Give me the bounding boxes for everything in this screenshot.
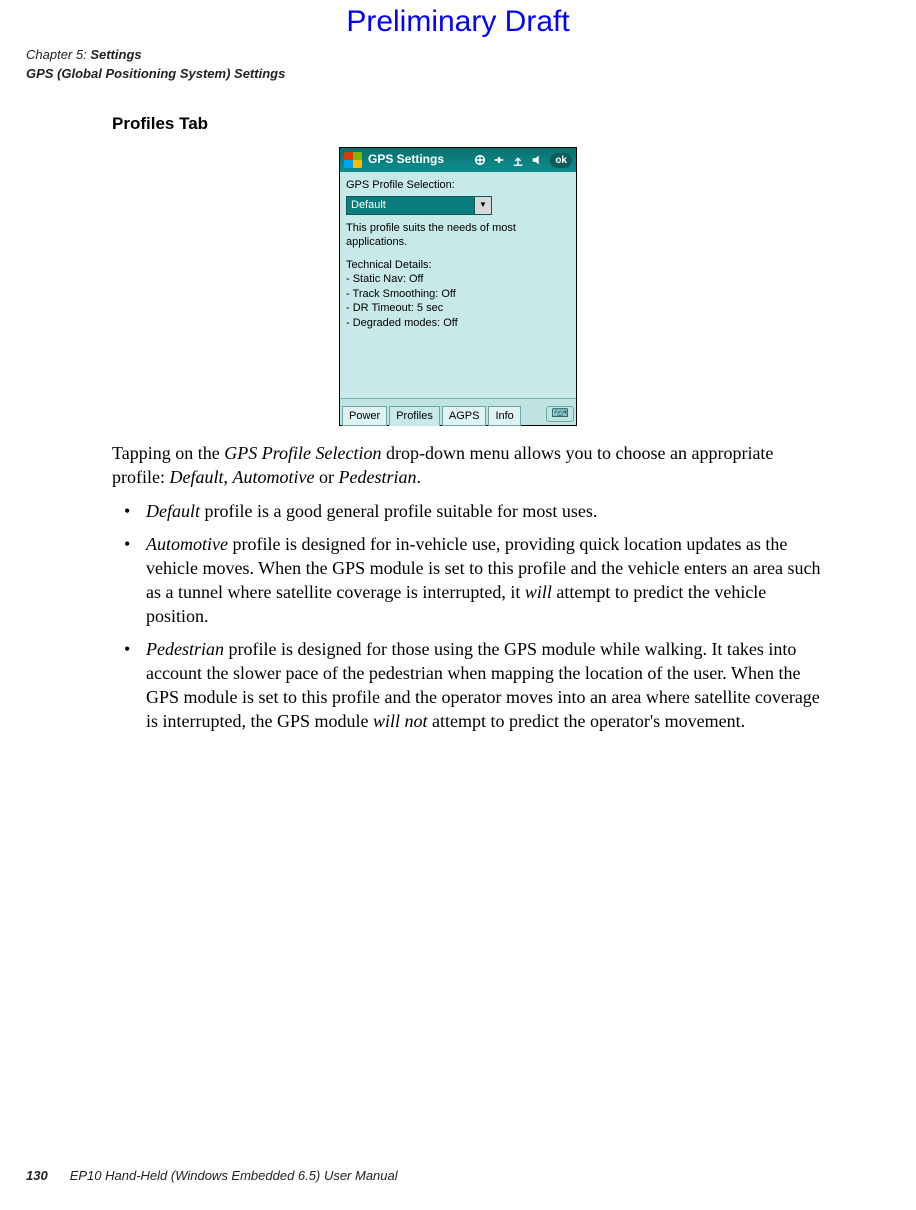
body-text: Tapping on the GPS Profile Selection dro… — [112, 442, 830, 733]
start-flag-icon[interactable] — [344, 152, 362, 168]
signal-icon[interactable] — [511, 153, 525, 167]
device-body: GPS Profile Selection: Default ▼ This pr… — [340, 172, 576, 398]
tab-info[interactable]: Info — [488, 406, 520, 427]
sync-icon[interactable] — [492, 153, 506, 167]
chevron-down-icon[interactable]: ▼ — [474, 197, 491, 214]
text: profile is a good general profile suitab… — [200, 501, 597, 521]
tech-line: - Static Nav: Off — [346, 272, 570, 287]
page-footer: 130 EP10 Hand-Held (Windows Embedded 6.5)… — [26, 1167, 398, 1184]
volume-icon[interactable] — [530, 153, 544, 167]
bullet-list: Default profile is a good general profil… — [112, 500, 830, 734]
text: attempt to predict the operator's moveme… — [428, 711, 746, 731]
device-window: GPS Settings ok GPS Profile Selection: D… — [339, 147, 577, 426]
profile-description: This profile suits the needs of most app… — [346, 221, 570, 250]
tab-agps[interactable]: AGPS — [442, 406, 487, 427]
text-italic: Default — [169, 467, 223, 487]
tab-bar: Power Profiles AGPS Info ⌨ — [340, 398, 576, 425]
window-title: GPS Settings — [368, 152, 468, 168]
profile-selection-label: GPS Profile Selection: — [346, 178, 570, 193]
text-italic: Pedestrian — [338, 467, 416, 487]
chapter-name: Settings — [90, 47, 141, 62]
text-italic: will — [525, 582, 552, 602]
tech-line: - Track Smoothing: Off — [346, 287, 570, 302]
tab-power[interactable]: Power — [342, 406, 387, 427]
text-italic: GPS Profile Selection — [224, 443, 381, 463]
text-italic: will not — [373, 711, 428, 731]
section-name: GPS (Global Positioning System) Settings — [26, 65, 890, 83]
device-titlebar: GPS Settings ok — [340, 148, 576, 172]
profile-dropdown-value: Default — [347, 198, 474, 213]
connectivity-icon[interactable] — [473, 153, 487, 167]
screenshot-figure: GPS Settings ok GPS Profile Selection: D… — [26, 147, 890, 426]
text: Tapping on the — [112, 443, 224, 463]
technical-details: Technical Details: - Static Nav: Off - T… — [346, 258, 570, 331]
bullet-pedestrian: Pedestrian profile is designed for those… — [112, 638, 830, 733]
tech-line: - DR Timeout: 5 sec — [346, 301, 570, 316]
text-italic: Default — [146, 501, 200, 521]
book-title: EP10 Hand-Held (Windows Embedded 6.5) Us… — [70, 1168, 398, 1183]
tab-profiles[interactable]: Profiles — [389, 406, 440, 427]
tech-line: - Degraded modes: Off — [346, 316, 570, 331]
running-header: Chapter 5: Settings — [26, 46, 890, 64]
text: or — [314, 467, 338, 487]
bullet-automotive: Automotive profile is designed for in-ve… — [112, 533, 830, 628]
text-italic: Automotive — [146, 534, 228, 554]
profile-dropdown[interactable]: Default ▼ — [346, 196, 492, 215]
bullet-default: Default profile is a good general profil… — [112, 500, 830, 524]
keyboard-icon[interactable]: ⌨ — [546, 406, 574, 422]
text: . — [416, 467, 421, 487]
chapter-label: Chapter 5: — [26, 47, 90, 62]
text-italic: Pedestrian — [146, 639, 224, 659]
ok-button[interactable]: ok — [550, 153, 572, 168]
watermark: Preliminary Draft — [26, 2, 890, 42]
page-number: 130 — [26, 1168, 48, 1183]
technical-details-heading: Technical Details: — [346, 258, 570, 273]
text-italic: Automotive — [232, 467, 314, 487]
intro-paragraph: Tapping on the GPS Profile Selection dro… — [112, 442, 830, 490]
section-heading: Profiles Tab — [112, 113, 890, 135]
